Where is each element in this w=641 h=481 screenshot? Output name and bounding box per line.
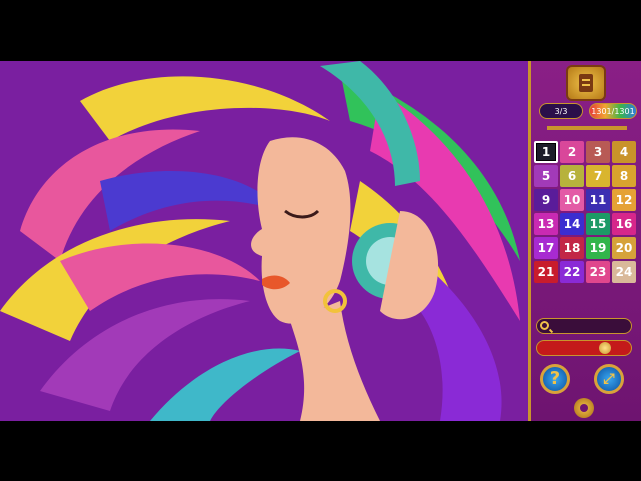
color-swatch[interactable]: 8 xyxy=(612,165,636,187)
color-swatch[interactable]: 24 xyxy=(612,261,636,283)
color-swatch[interactable]: 23 xyxy=(586,261,610,283)
color-swatch[interactable]: 12 xyxy=(612,189,636,211)
color-swatch[interactable]: 22 xyxy=(560,261,584,283)
color-swatch[interactable]: 18 xyxy=(560,237,584,259)
letterbox-bottom xyxy=(0,421,641,481)
slider-knob[interactable] xyxy=(598,342,611,354)
color-swatch[interactable]: 1 xyxy=(534,141,558,163)
color-swatch[interactable]: 20 xyxy=(612,237,636,259)
artwork-illustration xyxy=(0,61,528,421)
color-swatch[interactable]: 13 xyxy=(534,213,558,235)
gear-icon[interactable] xyxy=(574,398,594,418)
color-swatch[interactable]: 9 xyxy=(534,189,558,211)
color-palette: 1 2 3 4 5 6 7 8 9 10 11 12 13 14 15 16 17 18 19 20 21 22 23 24 xyxy=(534,141,636,283)
color-swatch[interactable]: 16 xyxy=(612,213,636,235)
color-swatch[interactable]: 5 xyxy=(534,165,558,187)
search-icon xyxy=(540,321,549,330)
color-swatch[interactable]: 4 xyxy=(612,141,636,163)
color-swatch[interactable]: 15 xyxy=(586,213,610,235)
color-swatch[interactable]: 7 xyxy=(586,165,610,187)
color-swatch[interactable]: 14 xyxy=(560,213,584,235)
color-swatch[interactable]: 2 xyxy=(560,141,584,163)
color-swatch[interactable]: 17 xyxy=(534,237,558,259)
color-swatch[interactable]: 10 xyxy=(560,189,584,211)
color-swatch[interactable]: 11 xyxy=(586,189,610,211)
color-swatch[interactable]: 6 xyxy=(560,165,584,187)
coloring-canvas[interactable] xyxy=(0,61,528,421)
color-swatch[interactable]: 19 xyxy=(586,237,610,259)
book-icon[interactable] xyxy=(568,67,604,99)
search-bar[interactable] xyxy=(536,318,632,334)
color-swatch[interactable]: 21 xyxy=(534,261,558,283)
color-swatch[interactable]: 3 xyxy=(586,141,610,163)
help-button[interactable]: ? xyxy=(540,364,570,394)
letterbox-top xyxy=(0,0,641,61)
expand-button[interactable]: ⤢ xyxy=(594,364,624,394)
page-counter: 3/3 xyxy=(539,103,583,119)
zoom-slider[interactable] xyxy=(536,340,632,356)
score-counter: 1301/1301 xyxy=(589,103,637,119)
